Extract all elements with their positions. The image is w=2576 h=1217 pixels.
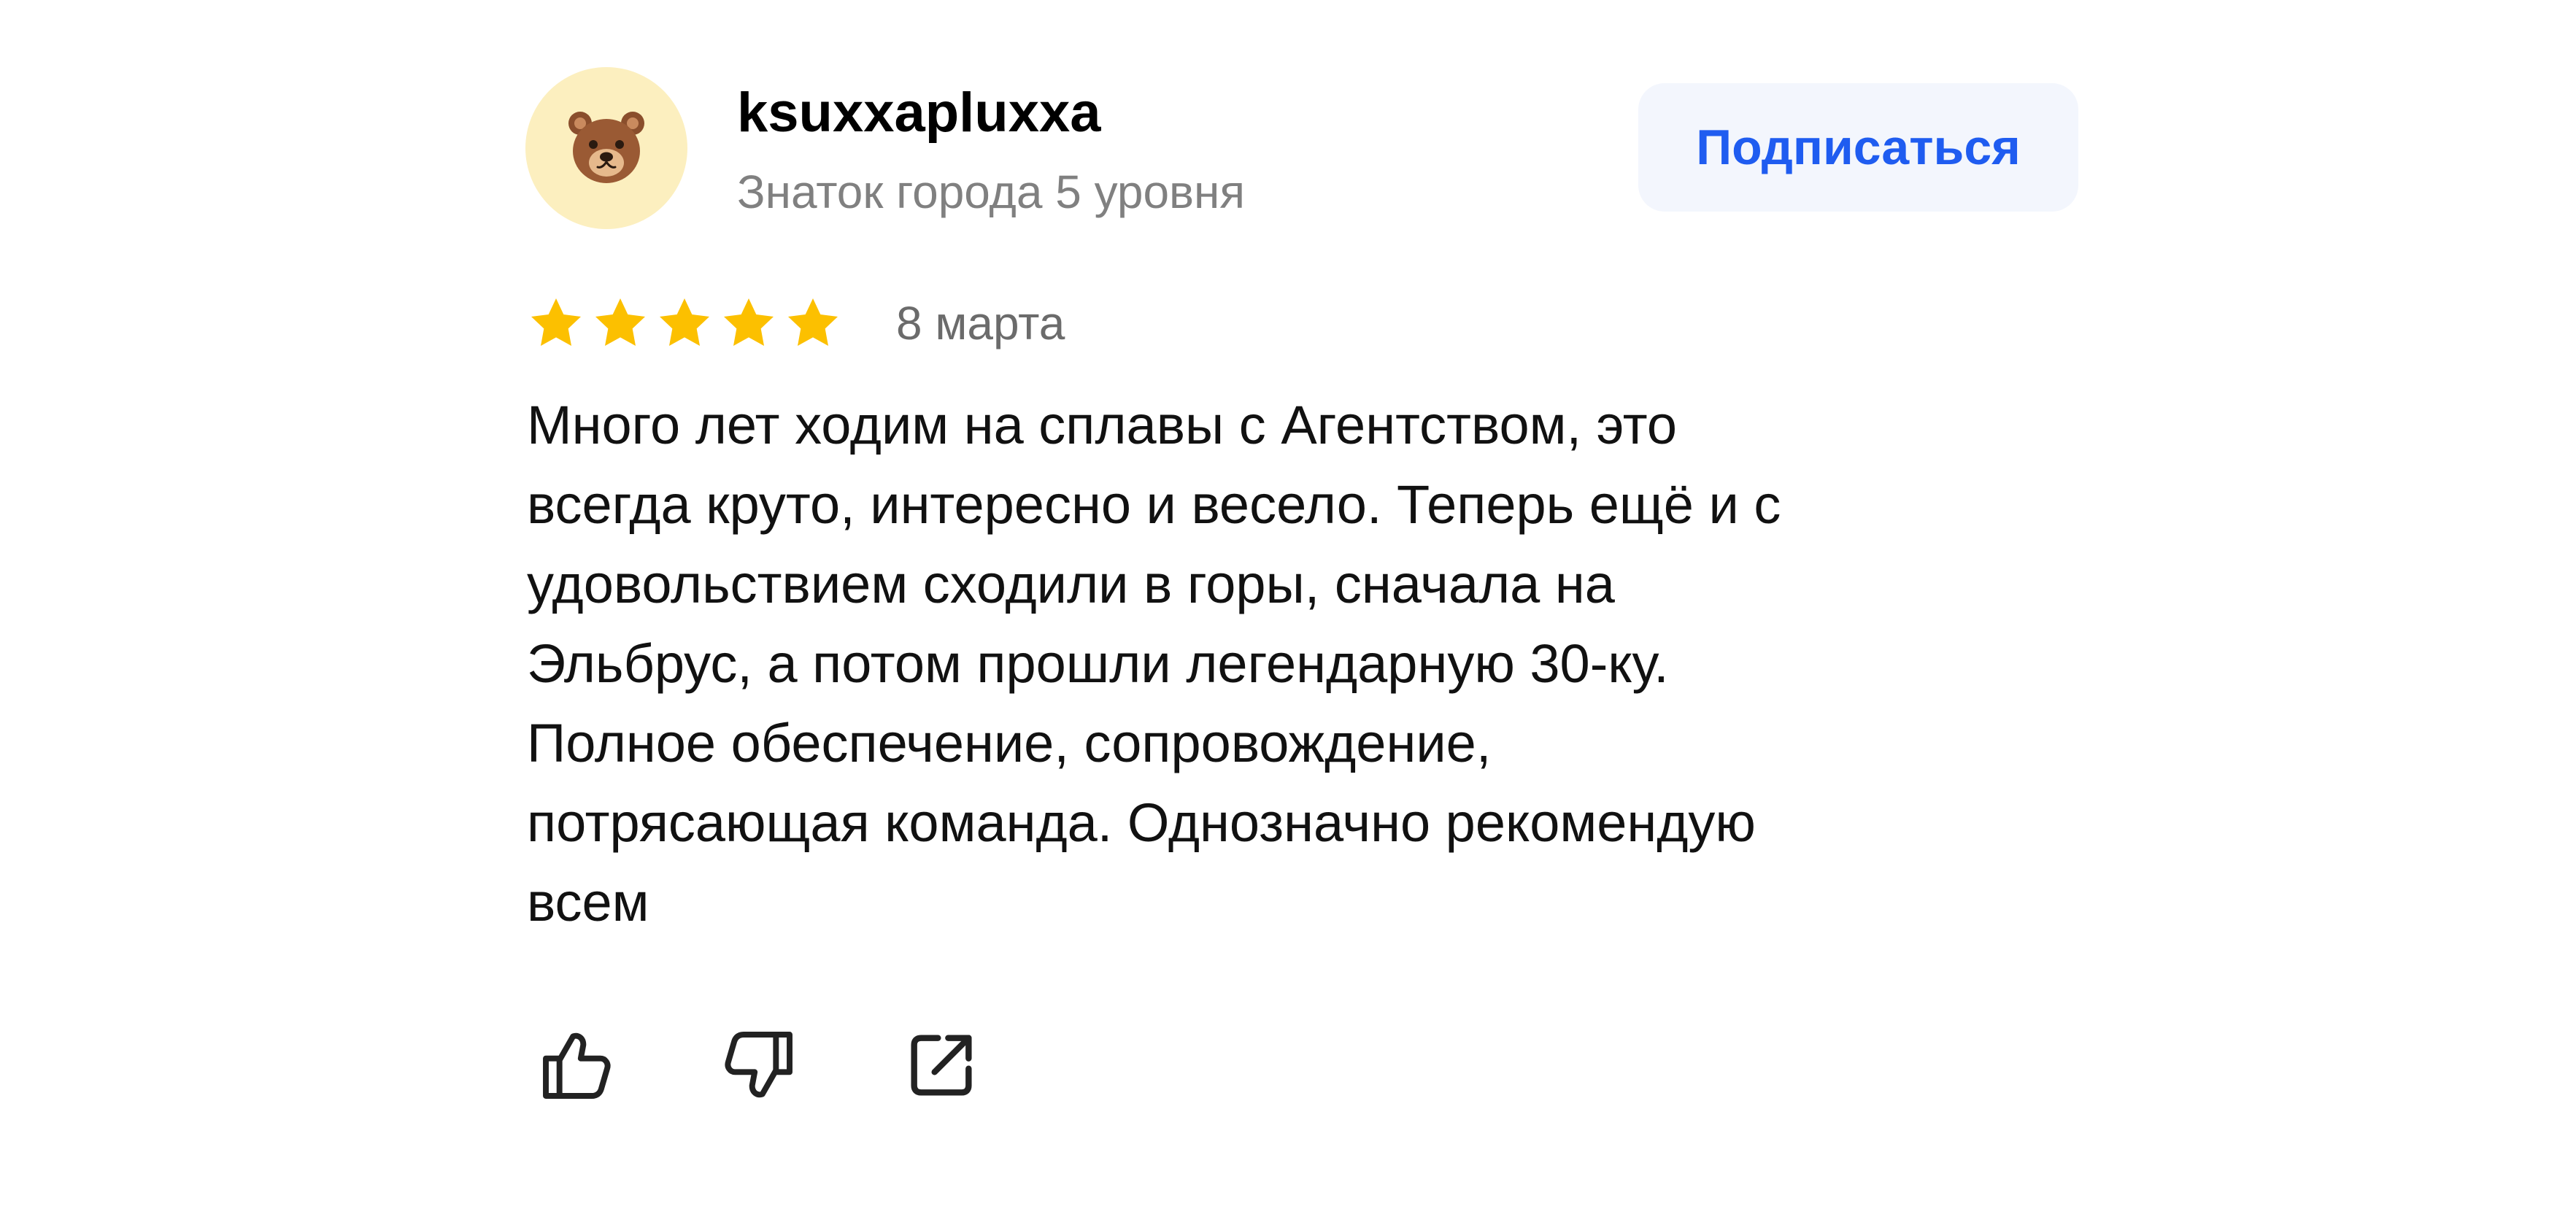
thumbs-down-icon [725,1032,793,1098]
review-text-line: удовольствием сходили в горы, сначала на [527,554,1615,614]
bear-face-icon [568,112,644,183]
star-icon [595,298,645,346]
review-text-line: Эльбрус, а потом прошли легендарную 30-к… [527,633,1669,694]
thumbs-up-icon [543,1032,611,1099]
review-text-line: всегда круто, интересно и весело. Теперь… [527,474,1781,535]
review-text: Много лет ходим на сплавы с Агентством, … [527,385,2059,942]
review-date: 8 марта [896,297,1065,349]
share-button[interactable] [898,1021,985,1109]
review-text-line: Много лет ходим на сплавы с Агентством, … [527,395,1678,455]
star-icon [724,298,774,346]
dislike-button[interactable] [715,1021,803,1109]
subscribe-button[interactable]: Подписаться [1638,83,2078,212]
review-text-line: всем [527,872,649,932]
star-icon [660,298,709,346]
username[interactable]: ksuxxapluxxa [737,77,1101,150]
star-rating [527,290,848,356]
review-card: ksuxxapluxxa Знаток города 5 уровня Подп… [0,0,2576,1217]
share-icon [911,1035,972,1096]
star-icon [531,298,581,346]
star-icon [788,298,838,346]
avatar[interactable] [525,67,687,229]
review-text-line: потрясающая команда. Однозначно рекоменд… [527,792,1756,853]
like-button[interactable] [533,1021,620,1109]
review-text-line: Полное обеспечение, сопровождение, [527,713,1492,773]
user-level: Знаток города 5 уровня [737,166,1246,218]
